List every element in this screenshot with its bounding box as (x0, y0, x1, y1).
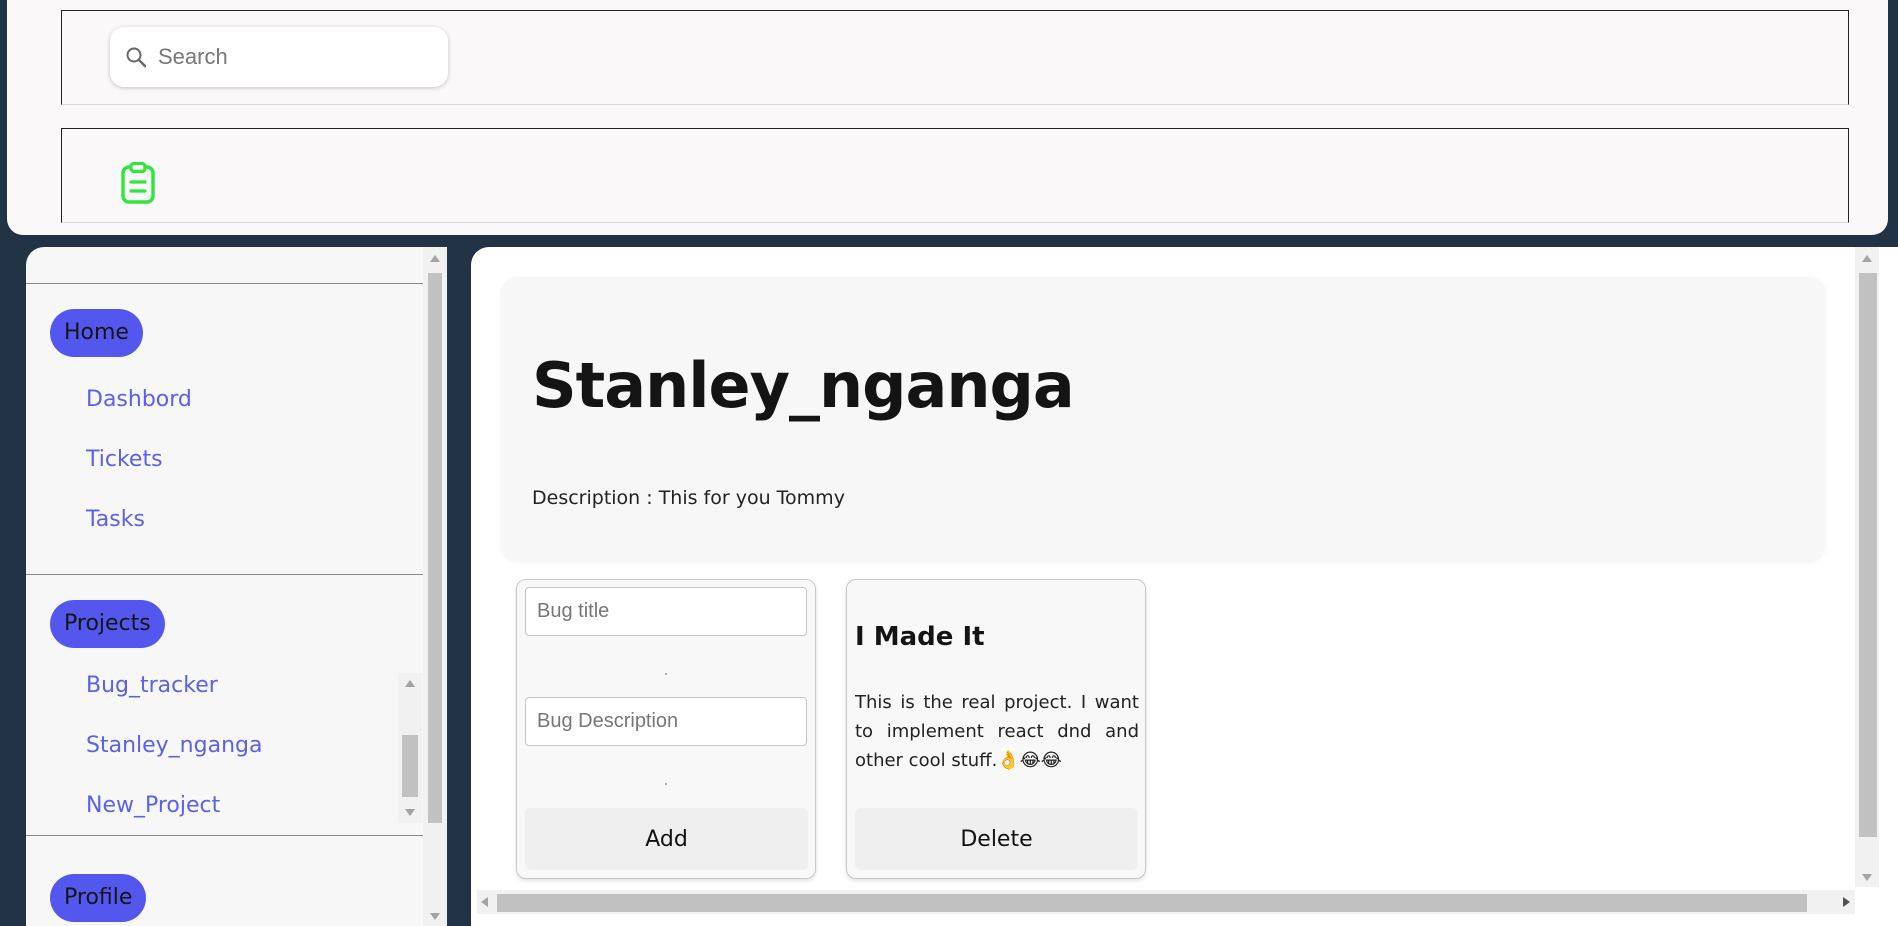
bug-card[interactable]: I Made It This is the real project. I wa… (846, 579, 1146, 879)
top-header (7, 0, 1888, 235)
scroll-up-icon[interactable] (405, 680, 415, 687)
scrollbar-thumb[interactable] (402, 735, 418, 797)
scrollbar-thumb[interactable] (497, 894, 1807, 912)
divider-dot (665, 673, 667, 675)
main-panel: Stanley_nganga Description : This for yo… (471, 247, 1898, 926)
sidebar-section-profile[interactable]: Profile (50, 874, 147, 922)
scrollbar-thumb[interactable] (428, 273, 442, 823)
sidebar-item-new-project[interactable]: New_Project (86, 793, 220, 818)
scroll-down-icon[interactable] (1862, 874, 1872, 881)
delete-bug-button[interactable]: Delete (855, 808, 1138, 870)
scroll-up-icon[interactable] (430, 255, 440, 262)
bug-title: I Made It (855, 622, 985, 652)
scroll-up-icon[interactable] (1862, 255, 1872, 262)
project-header-card: Stanley_nganga Description : This for yo… (501, 277, 1825, 561)
sidebar-item-bug-tracker[interactable]: Bug_tracker (86, 673, 218, 698)
project-title: Stanley_nganga (532, 349, 1075, 422)
sidebar-item-dashbord[interactable]: Dashbord (86, 387, 192, 412)
logo-bar-container (61, 128, 1849, 223)
divider (26, 835, 423, 836)
bug-description-input[interactable] (525, 697, 807, 746)
search-input[interactable] (158, 44, 428, 70)
sidebar: Home Dashbord Tickets Tasks Projects Bug… (26, 247, 447, 926)
sidebar-item-tickets[interactable]: Tickets (86, 447, 163, 472)
sidebar-scrollbar[interactable] (423, 247, 447, 926)
scroll-left-icon[interactable] (481, 897, 488, 907)
bug-description: This is the real project. I want to impl… (855, 692, 1139, 771)
project-description: Description : This for you Tommy (532, 487, 845, 509)
divider (26, 574, 423, 575)
search-box[interactable] (110, 27, 448, 87)
divider (26, 283, 423, 284)
main-vertical-scrollbar[interactable] (1855, 247, 1879, 887)
clipboard-icon[interactable] (120, 162, 156, 204)
sidebar-item-tasks[interactable]: Tasks (86, 507, 145, 532)
projects-list-scrollbar[interactable] (398, 673, 422, 823)
sidebar-section-projects[interactable]: Projects (50, 600, 165, 648)
scroll-down-icon[interactable] (430, 913, 440, 920)
sidebar-item-stanley-nganga[interactable]: Stanley_nganga (86, 733, 262, 758)
add-bug-button[interactable]: Add (525, 808, 808, 870)
bug-title-input[interactable] (525, 587, 807, 636)
scrollbar-thumb[interactable] (1859, 273, 1877, 837)
add-bug-card: Add (516, 579, 816, 879)
search-bar-container (61, 10, 1849, 105)
divider-dot (665, 783, 667, 785)
scroll-down-icon[interactable] (405, 809, 415, 816)
scroll-right-icon[interactable] (1843, 897, 1850, 907)
sidebar-section-home[interactable]: Home (50, 309, 143, 357)
search-icon (126, 47, 147, 68)
main-horizontal-scrollbar[interactable] (477, 890, 1855, 914)
